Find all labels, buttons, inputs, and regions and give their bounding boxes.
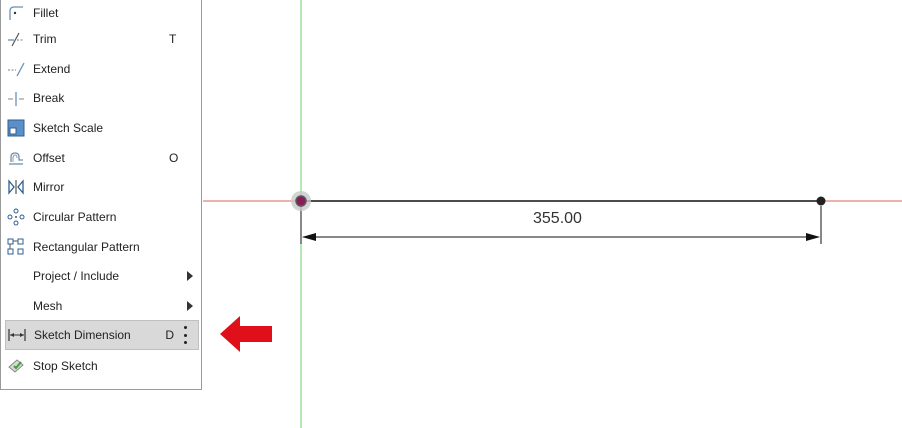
menu-item-extend[interactable]: Extend: [5, 56, 199, 82]
annotation-arrow-icon: [220, 316, 272, 352]
menu-item-label: Trim: [33, 32, 57, 46]
menu-item-label: Extend: [33, 62, 71, 76]
menu-item-sketch-scale[interactable]: Sketch Scale: [5, 115, 199, 141]
sketch-modify-menu: Fillet Trim T Extend Break Sketch Scale …: [0, 0, 202, 390]
menu-item-label: Sketch Scale: [33, 121, 104, 135]
shortcut-key: O: [169, 151, 179, 165]
end-point[interactable]: [816, 196, 826, 206]
menu-item-sketch-dimension[interactable]: Sketch Dimension D: [5, 320, 199, 350]
menu-item-label: Mesh: [33, 299, 63, 313]
origin-point[interactable]: [295, 195, 307, 207]
menu-item-stop-sketch[interactable]: Stop Sketch: [5, 353, 199, 379]
circular-pattern-icon: [5, 208, 27, 226]
menu-item-label: Circular Pattern: [33, 210, 117, 224]
shortcut-key: T: [169, 32, 177, 46]
mirror-icon: [5, 178, 27, 196]
trim-icon: [5, 30, 27, 48]
menu-item-circular-pattern[interactable]: Circular Pattern: [5, 204, 199, 230]
menu-item-project-include[interactable]: Project / Include: [5, 263, 199, 289]
sketch-scale-icon: [5, 119, 27, 137]
menu-item-mesh[interactable]: Mesh: [5, 293, 199, 319]
menu-item-trim[interactable]: Trim T: [5, 26, 199, 52]
menu-item-break[interactable]: Break: [5, 85, 199, 111]
menu-item-rectangular-pattern[interactable]: Rectangular Pattern: [5, 234, 199, 260]
stop-sketch-icon: [5, 357, 27, 375]
rectangular-pattern-icon: [5, 238, 27, 256]
break-icon: [5, 89, 27, 107]
dimension-value[interactable]: 355.00: [533, 210, 582, 228]
menu-item-label: Stop Sketch: [33, 359, 98, 373]
menu-item-label: Break: [33, 91, 65, 105]
submenu-arrow-icon: [187, 301, 193, 311]
menu-item-label: Project / Include: [33, 269, 120, 283]
sketch-dimension-icon: [6, 326, 28, 344]
menu-item-label: Fillet: [33, 6, 59, 20]
submenu-arrow-icon: [187, 271, 193, 281]
extend-icon: [5, 60, 27, 78]
menu-item-mirror[interactable]: Mirror: [5, 174, 199, 200]
dimension-arrow-left: [302, 233, 316, 241]
menu-item-label: Sketch Dimension: [34, 328, 131, 342]
menu-item-offset[interactable]: Offset O: [5, 145, 199, 171]
more-options-icon[interactable]: [180, 326, 190, 344]
menu-item-label: Rectangular Pattern: [33, 240, 140, 254]
menu-item-label: Mirror: [33, 180, 65, 194]
offset-icon: [5, 149, 27, 167]
dimension-arrow-right: [806, 233, 820, 241]
menu-item-fillet[interactable]: Fillet: [5, 0, 199, 26]
fillet-icon: [5, 4, 27, 22]
menu-item-label: Offset: [33, 151, 65, 165]
shortcut-key: D: [165, 328, 174, 342]
